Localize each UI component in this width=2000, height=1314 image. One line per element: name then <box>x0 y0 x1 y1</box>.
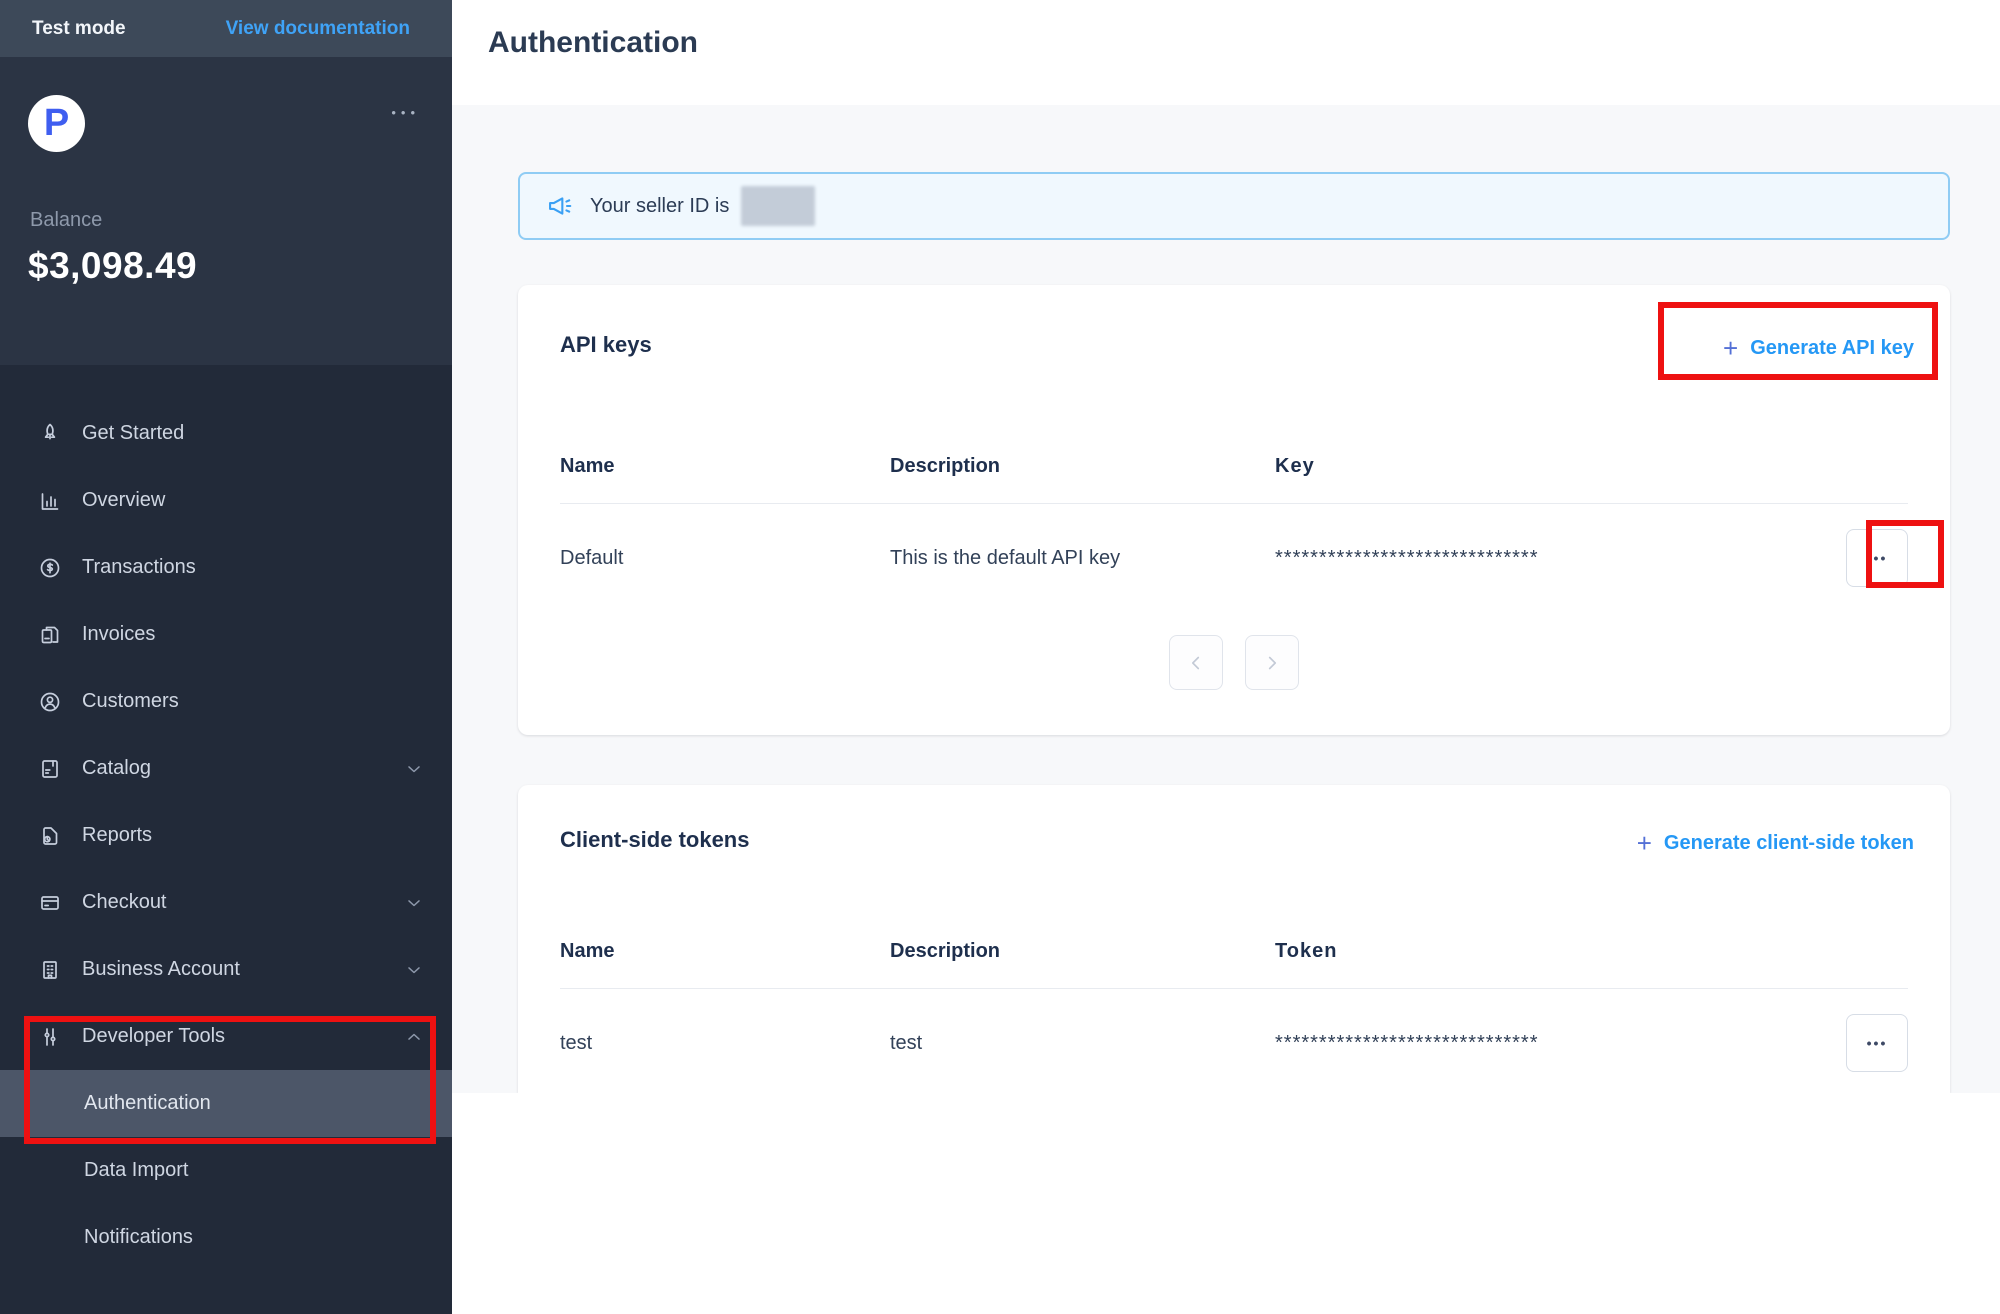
sidebar-item-label: Catalog <box>82 757 151 780</box>
credit-card-icon <box>38 891 62 915</box>
generate-client-token-button[interactable]: + Generate client-side token <box>1637 830 1914 856</box>
sidebar-subitem-label: Notifications <box>84 1226 193 1249</box>
megaphone-icon <box>546 192 574 220</box>
sidebar-subitem-label: Data Import <box>84 1159 188 1182</box>
sidebar-menu-button[interactable]: ••• <box>391 105 420 120</box>
sidebar-item-label: Checkout <box>82 891 167 914</box>
page-bottom-blank <box>452 1093 2000 1314</box>
api-keys-table-header: Name Description Key <box>560 455 1908 478</box>
column-name: Name <box>560 940 890 963</box>
chevron-right-icon <box>1261 652 1283 674</box>
sidebar-subitem-data-import[interactable]: Data Import <box>0 1137 452 1204</box>
prev-page-button[interactable] <box>1169 635 1223 690</box>
sidebar-subitem-authentication[interactable]: Authentication <box>0 1070 452 1137</box>
sliders-icon <box>38 1025 62 1049</box>
test-mode-label: Test mode <box>32 18 126 40</box>
sidebar-item-label: Transactions <box>82 556 196 579</box>
ellipsis-icon: ••• <box>1867 550 1888 566</box>
sidebar-item-reports[interactable]: Reports <box>0 802 452 869</box>
sidebar-item-checkout[interactable]: Checkout <box>0 869 452 936</box>
sidebar-item-business-account[interactable]: Business Account <box>0 936 452 1003</box>
column-description: Description <box>890 940 1275 963</box>
sidebar-item-label: Invoices <box>82 623 155 646</box>
client-tokens-card: Client-side tokens + Generate client-sid… <box>518 785 1950 1093</box>
generate-api-key-button[interactable]: + Generate API key <box>1723 335 1914 361</box>
dollar-circle-icon <box>38 556 62 580</box>
generate-client-token-label: Generate client-side token <box>1664 832 1914 855</box>
balance-amount: $3,098.49 <box>28 245 197 287</box>
sidebar-item-transactions[interactable]: Transactions <box>0 534 452 601</box>
api-key-name: Default <box>560 547 890 570</box>
sidebar-item-label: Customers <box>82 690 179 713</box>
page-header: Authentication <box>452 0 2000 105</box>
chevron-down-icon <box>404 960 424 980</box>
balance-label: Balance <box>30 209 102 232</box>
generate-api-key-label: Generate API key <box>1750 337 1914 360</box>
sidebar-item-invoices[interactable]: Invoices <box>0 601 452 668</box>
column-token: Token <box>1275 940 1838 963</box>
api-key-actions-button[interactable]: ••• <box>1846 529 1908 587</box>
sidebar-subitem-notifications[interactable]: Notifications <box>0 1204 452 1271</box>
column-description: Description <box>890 455 1275 478</box>
api-key-masked-value: ****************************** <box>1275 547 1838 570</box>
sidebar-item-label: Reports <box>82 824 152 847</box>
building-icon <box>38 958 62 982</box>
report-icon <box>38 824 62 848</box>
chevron-up-icon <box>404 1027 424 1047</box>
sidebar-item-label: Developer Tools <box>82 1025 225 1048</box>
column-key: Key <box>1275 455 1838 478</box>
paddle-logo[interactable]: P <box>28 95 85 152</box>
sidebar-account-section: P ••• Balance $3,098.49 <box>0 57 452 365</box>
sidebar-item-catalog[interactable]: Catalog <box>0 735 452 802</box>
page-title: Authentication <box>488 26 698 60</box>
sidebar-item-customers[interactable]: Customers <box>0 668 452 735</box>
customer-icon <box>38 690 62 714</box>
paddle-logo-letter: P <box>44 104 69 142</box>
rocket-icon <box>38 422 62 446</box>
api-keys-title: API keys <box>560 332 652 358</box>
client-token-row: test test ******************************… <box>560 988 1908 1098</box>
client-tokens-table-header: Name Description Token <box>560 940 1908 963</box>
seller-id-banner: Your seller ID is <box>518 172 1950 240</box>
view-documentation-link[interactable]: View documentation <box>226 18 410 40</box>
plus-icon: + <box>1723 335 1738 361</box>
sidebar-item-label: Overview <box>82 489 165 512</box>
app-window: Test mode View documentation P ••• Balan… <box>0 0 2000 1314</box>
api-key-description: This is the default API key <box>890 547 1275 570</box>
client-token-actions-button[interactable]: ••• <box>1846 1014 1908 1072</box>
sidebar-item-label: Get Started <box>82 422 184 445</box>
seller-id-redacted <box>741 186 815 226</box>
bar-chart-icon <box>38 489 62 513</box>
catalog-icon <box>38 757 62 781</box>
api-keys-card: API keys + Generate API key Name Descrip… <box>518 285 1950 735</box>
main-content: Your seller ID is API keys + Generate AP… <box>452 105 2000 1093</box>
sidebar-item-get-started[interactable]: Get Started <box>0 400 452 467</box>
client-token-name: test <box>560 1032 890 1055</box>
sidebar-item-developer-tools[interactable]: Developer Tools <box>0 1003 452 1070</box>
chevron-down-icon <box>404 893 424 913</box>
ellipsis-icon: ••• <box>1867 1035 1888 1051</box>
chevron-left-icon <box>1185 652 1207 674</box>
sidebar-item-label: Business Account <box>82 958 240 981</box>
seller-id-text: Your seller ID is <box>590 195 729 218</box>
plus-icon: + <box>1637 830 1652 856</box>
column-name: Name <box>560 455 890 478</box>
invoice-icon <box>38 623 62 647</box>
client-token-masked-value: ****************************** <box>1275 1032 1838 1055</box>
client-tokens-title: Client-side tokens <box>560 827 749 853</box>
sidebar-nav: Get Started Overview Transactions <box>0 400 452 1271</box>
test-mode-bar: Test mode View documentation <box>0 0 452 57</box>
client-token-description: test <box>890 1032 1275 1055</box>
sidebar-item-overview[interactable]: Overview <box>0 467 452 534</box>
sidebar-subitem-label: Authentication <box>84 1092 211 1115</box>
pagination <box>518 635 1950 690</box>
chevron-down-icon <box>404 759 424 779</box>
api-key-row: Default This is the default API key ****… <box>560 503 1908 613</box>
next-page-button[interactable] <box>1245 635 1299 690</box>
sidebar: P ••• Balance $3,098.49 Get Started <box>0 57 452 1314</box>
